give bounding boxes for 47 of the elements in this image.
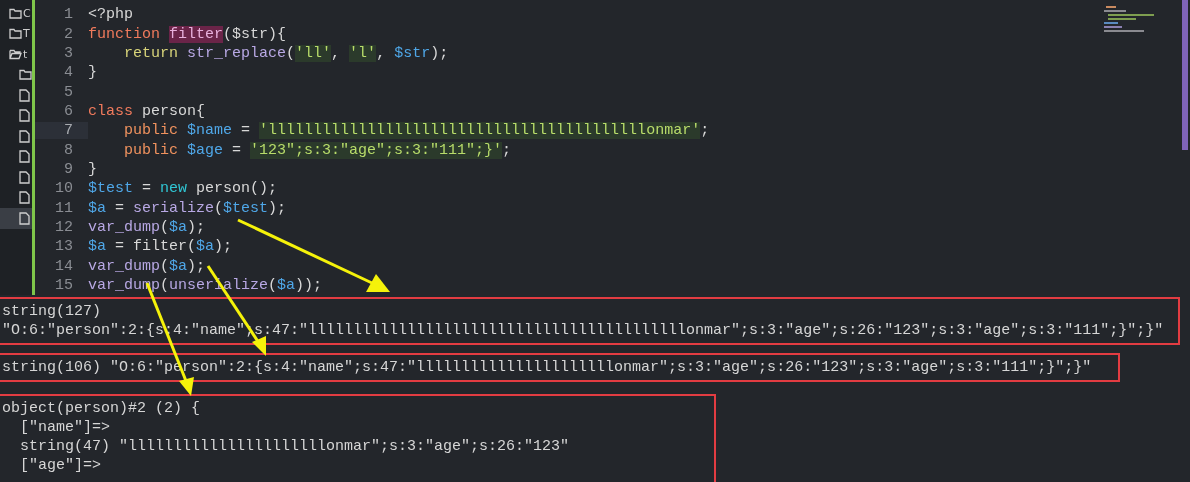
file-tree-item[interactable]: t <box>0 44 32 65</box>
code-line: function filter($str){ <box>88 25 287 43</box>
output-line: object(person)#2 (2) { <box>2 399 202 418</box>
line-number: 4 <box>63 64 74 82</box>
code-line: $a = filter($a); <box>88 238 233 256</box>
code-line: var_dump($a); <box>88 257 206 275</box>
code-line: } <box>88 64 97 82</box>
code-line: <?php <box>88 6 133 24</box>
file-icon <box>19 109 30 123</box>
scrollbar-thumb[interactable] <box>1182 0 1188 150</box>
output-line: ["name"]=> <box>19 418 112 437</box>
file-tree-item[interactable]: C <box>0 3 32 24</box>
code-line: return str_replace('ll', 'l', $str); <box>123 44 449 62</box>
output-line: string(47) "llllllllllllllllllllllonmar";s:3:"age";s:26:"123" <box>19 437 571 456</box>
line-number: 14 <box>54 257 74 275</box>
line-number: 13 <box>54 238 74 256</box>
file-tree-item[interactable] <box>0 208 32 229</box>
file-icon <box>19 129 30 143</box>
line-number: 8 <box>63 141 74 159</box>
line-number: 2 <box>63 25 74 43</box>
folder-icon <box>9 28 22 40</box>
file-icon <box>19 150 30 164</box>
file-icon <box>19 88 30 102</box>
line-number: 1 <box>63 6 74 24</box>
file-icon <box>19 170 30 184</box>
code-line: class person{ <box>88 102 206 120</box>
code-line: $a = serialize($test); <box>88 199 287 217</box>
code-line: $test = new person(); <box>88 180 278 198</box>
file-icon <box>19 191 30 205</box>
code-line: var_dump($a); <box>88 219 206 237</box>
line-number: 11 <box>54 199 74 217</box>
file-tree-item[interactable]: T <box>0 23 32 44</box>
line-number: 5 <box>63 83 74 101</box>
code-line: } <box>88 161 97 179</box>
output-line: ["age"]=> <box>19 456 103 475</box>
file-icon <box>19 211 30 225</box>
folder-icon <box>9 48 22 60</box>
line-number: 12 <box>54 219 74 237</box>
line-number: 9 <box>63 161 74 179</box>
line-number: 6 <box>63 102 74 120</box>
line-number: 10 <box>54 180 74 198</box>
line-number: 3 <box>63 44 74 62</box>
folder-icon <box>19 69 32 81</box>
line-number: 7 <box>35 122 88 140</box>
line-number: 15 <box>54 277 74 295</box>
output-line: string(127) <box>2 302 103 321</box>
folder-icon <box>9 7 22 19</box>
